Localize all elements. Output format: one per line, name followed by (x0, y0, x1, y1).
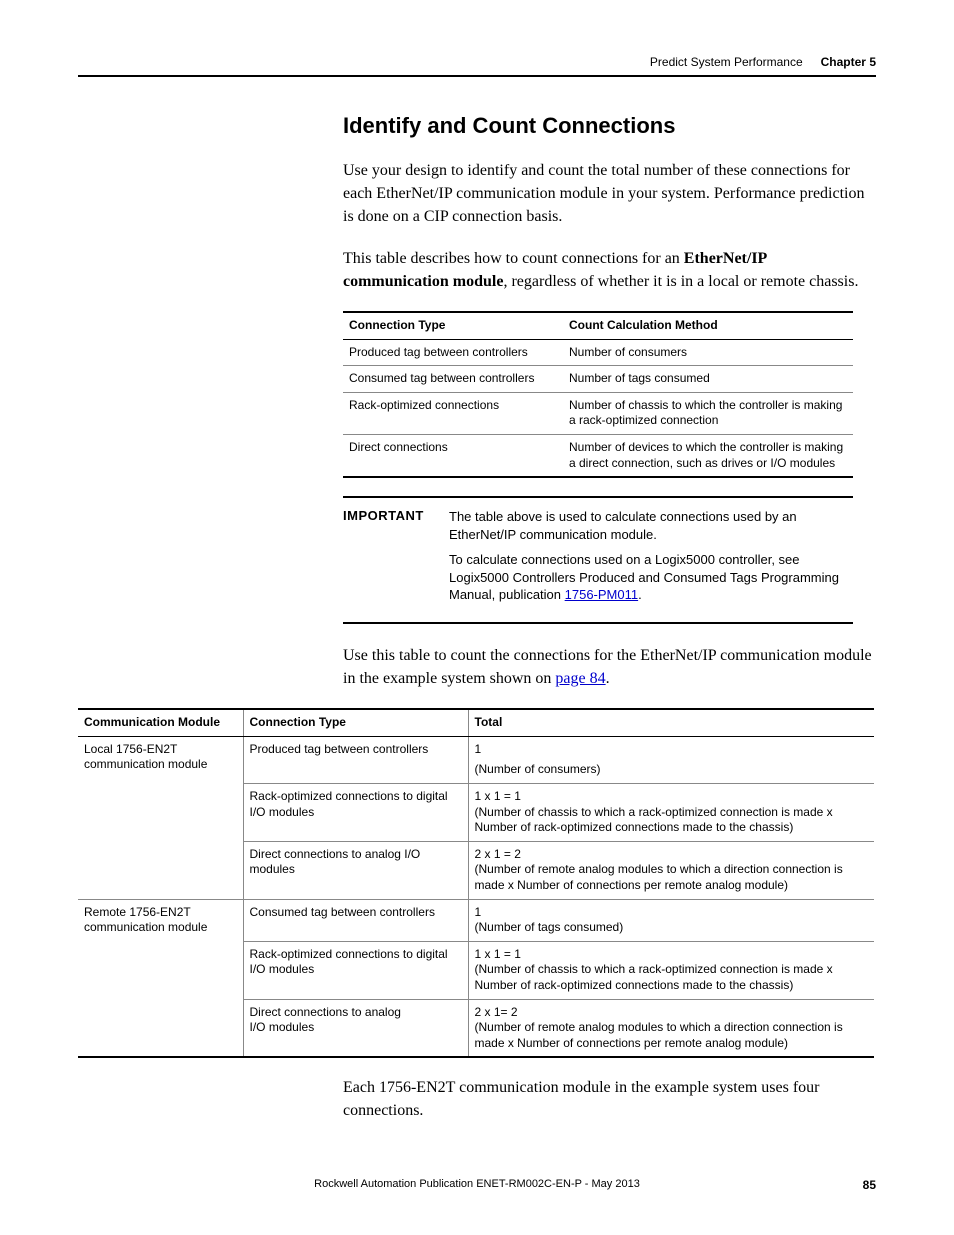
table-row: Consumed tag between controllers Number … (343, 366, 853, 393)
text: . (606, 670, 610, 687)
content-column-lower: Each 1756-EN2T communication module in t… (343, 1076, 876, 1122)
table-cell: 1 (Number of consumers) (468, 736, 874, 783)
table-cell: Rack-optimized connections to digital I/… (243, 941, 468, 999)
table-header: Connection Type (243, 709, 468, 736)
table-header: Connection Type (343, 312, 563, 339)
text: 1 x 1 = 1 (475, 947, 869, 963)
table-cell: Number of tags consumed (563, 366, 853, 393)
important-label: IMPORTANT (343, 508, 431, 612)
text: To calculate connections used on a Logix… (449, 552, 839, 602)
important-body: The table above is used to calculate con… (449, 508, 853, 612)
table-row: Direct connections Number of devices to … (343, 434, 853, 477)
publication-info: Rockwell Automation Publication ENET-RM0… (314, 1178, 640, 1190)
text: I/O modules (250, 1020, 462, 1036)
text: 1 (475, 905, 869, 921)
table-cell: Number of chassis to which the controlle… (563, 392, 853, 434)
table-cell: Local 1756-EN2T communication module (78, 736, 243, 899)
table-cell: Produced tag between controllers (343, 339, 563, 366)
text: (Number of tags consumed) (475, 920, 869, 936)
table-cell: 1 x 1 = 1 (Number of chassis to which a … (468, 783, 874, 841)
text: 2 x 1 = 2 (475, 847, 869, 863)
table-cell: Consumed tag between controllers (243, 899, 468, 941)
table-cell: Direct connections to analog I/O modules (243, 841, 468, 899)
publication-link[interactable]: 1756-PM011 (565, 587, 638, 602)
section-heading: Identify and Count Connections (343, 113, 876, 139)
paragraph: Each 1756-EN2T communication module in t… (343, 1076, 876, 1122)
text: 2 x 1= 2 (475, 1005, 869, 1021)
text: 1 (475, 742, 869, 758)
table-row: Remote 1756-EN2T communication module Co… (78, 899, 874, 941)
chapter-title: Predict System Performance (650, 55, 803, 69)
table-cell: 2 x 1= 2 (Number of remote analog module… (468, 999, 874, 1057)
page-link[interactable]: page 84 (555, 670, 605, 687)
table-row: Local 1756-EN2T communication module Pro… (78, 736, 874, 783)
example-table-wrap: Communication Module Connection Type Tot… (78, 708, 876, 1058)
table-cell: 2 x 1 = 2 (Number of remote analog modul… (468, 841, 874, 899)
paragraph: Use this table to count the connections … (343, 644, 876, 690)
table-cell: 1 x 1 = 1 (Number of chassis to which a … (468, 941, 874, 999)
page-footer: Rockwell Automation Publication ENET-RM0… (78, 1178, 876, 1190)
example-connections-table: Communication Module Connection Type Tot… (78, 708, 874, 1058)
connection-count-table: Connection Type Count Calculation Method… (343, 311, 853, 478)
text: (Number of consumers) (475, 757, 869, 778)
text: The table above is used to calculate con… (449, 508, 853, 543)
page: Predict System Performance Chapter 5 Ide… (0, 0, 954, 1235)
content-column: Identify and Count Connections Use your … (343, 113, 876, 690)
chapter-label: Chapter 5 (821, 55, 876, 69)
text: Direct connections to analog (250, 1005, 462, 1021)
table-row: Rack-optimized connections Number of cha… (343, 392, 853, 434)
table-cell: Number of consumers (563, 339, 853, 366)
table-cell: Produced tag between controllers (243, 736, 468, 783)
important-callout: IMPORTANT The table above is used to cal… (343, 496, 853, 624)
text: 1 x 1 = 1 (475, 789, 869, 805)
table-cell: Direct connections to analog I/O modules (243, 999, 468, 1057)
text: To calculate connections used on a Logix… (449, 551, 853, 604)
paragraph: This table describes how to count connec… (343, 247, 876, 293)
text: . (638, 587, 642, 602)
table-header: Communication Module (78, 709, 243, 736)
table-row: Produced tag between controllers Number … (343, 339, 853, 366)
table-header: Count Calculation Method (563, 312, 853, 339)
text: (Number of remote analog modules to whic… (475, 862, 869, 893)
text: (Number of chassis to which a rack-optim… (475, 962, 869, 993)
table-cell: Rack-optimized connections to digital I/… (243, 783, 468, 841)
table-header: Total (468, 709, 874, 736)
text: , regardless of whether it is in a local… (503, 273, 858, 290)
text: (Number of chassis to which a rack-optim… (475, 805, 869, 836)
page-number: 85 (863, 1178, 876, 1192)
table-cell: 1 (Number of tags consumed) (468, 899, 874, 941)
table-cell: Consumed tag between controllers (343, 366, 563, 393)
table-cell: Rack-optimized connections (343, 392, 563, 434)
table-cell: Number of devices to which the controlle… (563, 434, 853, 477)
text: (Number of remote analog modules to whic… (475, 1020, 869, 1051)
page-header: Predict System Performance Chapter 5 (78, 55, 876, 77)
table-cell: Direct connections (343, 434, 563, 477)
text: This table describes how to count connec… (343, 250, 684, 267)
paragraph: Use your design to identify and count th… (343, 159, 876, 229)
table-cell: Remote 1756-EN2T communication module (78, 899, 243, 1057)
